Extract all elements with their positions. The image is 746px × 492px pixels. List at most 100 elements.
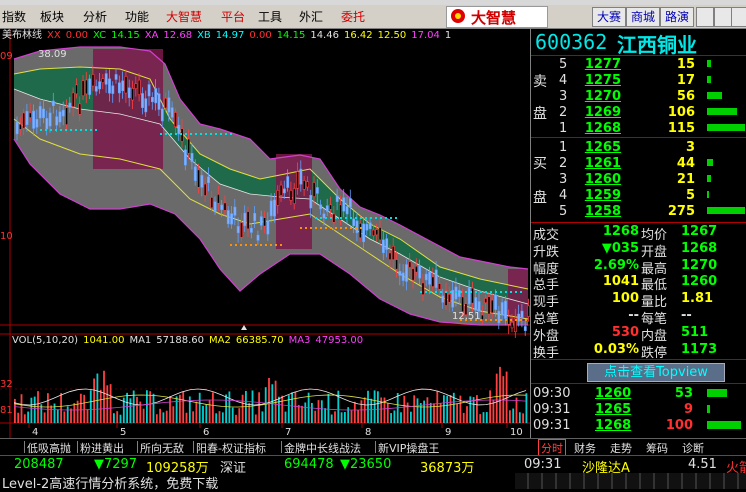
- indicator-value-3: XC: [93, 30, 106, 41]
- volume-bar: [707, 207, 745, 214]
- ticker-field-9: 4.51: [688, 457, 717, 472]
- menu-item-7[interactable]: 外汇: [299, 8, 323, 25]
- order-book-row[interactable]: 4 1259 5: [531, 188, 746, 203]
- volume-value-4: MA2: [209, 335, 231, 346]
- stat-value: 511: [681, 324, 709, 340]
- tab-separator: [24, 441, 25, 453]
- window-control-button-4[interactable]: [714, 7, 732, 27]
- level-price: 1269: [584, 105, 621, 120]
- trade-time: 09:31: [533, 402, 571, 417]
- divider: [531, 383, 746, 384]
- indicator-tab-1[interactable]: 粉进黄出: [80, 440, 124, 456]
- indicator-tab-bar: 低吸高抛 粉进黄出 所向无敌 阳春-权证指标 金牌中长线战法 新VIP操盘王: [0, 438, 530, 455]
- trade-volume: 100: [665, 418, 693, 433]
- trade-bar: [707, 389, 728, 397]
- menu-item-8[interactable]: 委托: [341, 8, 365, 25]
- order-book-row[interactable]: 2 1269 106: [531, 105, 746, 120]
- indicator-tab-4[interactable]: 金牌中长线战法: [284, 440, 361, 456]
- level-price: 1277: [584, 57, 621, 72]
- volume-bar: [707, 175, 711, 182]
- indicator-value-11: 14.46: [310, 30, 339, 41]
- trade-bar: [707, 405, 711, 413]
- order-book-row[interactable]: 2 1261 44: [531, 156, 746, 171]
- right-tab-4[interactable]: 诊断: [682, 440, 704, 456]
- divider: [531, 359, 746, 360]
- order-book-row[interactable]: 1 1265 3: [531, 140, 746, 155]
- right-tab-3[interactable]: 筹码: [646, 440, 668, 456]
- stat-value: 1173: [681, 341, 718, 357]
- stat-value: 1268: [602, 224, 639, 239]
- toolbar-button-2[interactable]: 路演: [660, 7, 694, 27]
- quote-stat-row: 总手 1041 最低 1260: [531, 274, 746, 293]
- level-price: 1275: [584, 73, 621, 88]
- menu-item-5[interactable]: 平台: [221, 8, 245, 25]
- indicator-tab-3[interactable]: 阳春-权证指标: [196, 440, 266, 456]
- tick-trade-row: 09:31 1268 100: [531, 418, 746, 433]
- stat-value: 1.81: [681, 291, 714, 307]
- indicator-value-0: 美布林线: [2, 29, 42, 41]
- right-tab-1[interactable]: 财务: [574, 440, 596, 456]
- x-axis-label-4: 8: [365, 427, 371, 438]
- menu-item-0[interactable]: 指数: [2, 8, 26, 25]
- quote-stat-row: 幅度 2.69% 最高 1270: [531, 258, 746, 277]
- divider: [531, 137, 746, 138]
- stat-value: 1267: [681, 224, 718, 239]
- quote-stat-row: 总笔 -- 每笔 --: [531, 308, 746, 327]
- menu-item-3[interactable]: 功能: [125, 8, 149, 25]
- divider: [531, 55, 746, 56]
- stat-value: 1268: [681, 240, 718, 256]
- menu-item-4[interactable]: 大智慧: [166, 8, 202, 25]
- indicator-value-7: XB: [197, 30, 211, 41]
- level-volume: 115: [667, 121, 695, 136]
- indicator-value-4: 14.15: [111, 30, 140, 41]
- x-axis-label-1: 5: [120, 427, 126, 438]
- topview-button[interactable]: 点击查看Topview: [587, 363, 725, 382]
- window-control-button-3[interactable]: [696, 7, 714, 27]
- order-book-row[interactable]: 3 1270 56: [531, 89, 746, 104]
- right-tab-2[interactable]: 走势: [610, 440, 632, 456]
- tab-separator: [193, 441, 194, 453]
- stock-name: 江西铜业: [617, 33, 697, 57]
- volume-bar: [707, 108, 738, 115]
- y-axis-label-top: 09: [0, 51, 13, 62]
- order-book-row[interactable]: 5 1258 275: [531, 204, 746, 219]
- tab-separator: [77, 441, 78, 453]
- menu-item-1[interactable]: 板块: [40, 8, 64, 25]
- level-price: 1265: [584, 140, 621, 155]
- volume-value-1: 1041.00: [83, 335, 124, 346]
- stat-value: 1041: [602, 274, 639, 290]
- menu-item-6[interactable]: 工具: [258, 8, 282, 25]
- indicator-tab-2[interactable]: 所向无敌: [140, 440, 184, 456]
- level-index: 1: [559, 140, 568, 155]
- quote-stat-row: 外盘 530 内盘 511: [531, 324, 746, 344]
- volume-value-2: MA1: [129, 335, 151, 346]
- logo-text: 大智慧: [471, 9, 517, 27]
- vol-y-label-b: 81: [0, 405, 13, 416]
- stat-value: 530: [611, 324, 639, 340]
- kline-chart[interactable]: 美布林线 XX 0.00 XC 14.15 XA 12.68 XB 14.97 0.00 14.15…: [0, 29, 530, 438]
- menu-item-2[interactable]: 分析: [83, 8, 107, 25]
- level-volume: 21: [676, 172, 695, 187]
- volume-bar: [707, 76, 711, 83]
- order-book-row[interactable]: 3 1260 21: [531, 172, 746, 187]
- indicator-tab-0[interactable]: 低吸高抛: [27, 440, 71, 456]
- indicator-value-5: XA: [145, 30, 159, 41]
- stat-value: --: [628, 308, 639, 323]
- brand-logo[interactable]: 大智慧: [446, 6, 548, 28]
- tick-trade-row: 09:30 1260 53: [531, 386, 746, 401]
- order-book-row[interactable]: 1 1268 115: [531, 121, 746, 136]
- quote-stat-row: 升跌 ▼035 开盘 1268: [531, 240, 746, 260]
- toolbar-button-1[interactable]: 商城: [626, 7, 660, 27]
- indicator-value-13: 12.50: [378, 30, 407, 41]
- trade-time: 09:30: [533, 386, 571, 401]
- level-volume: 3: [685, 140, 695, 155]
- toolbar-button-0[interactable]: 大赛: [592, 7, 626, 27]
- window-control-button-5[interactable]: [731, 7, 746, 27]
- level-price: 1260: [584, 172, 621, 187]
- order-book-row[interactable]: 5 1277 15: [531, 57, 746, 72]
- indicator-tab-5[interactable]: 新VIP操盘王: [378, 440, 439, 456]
- stat-label: 跌停: [641, 345, 668, 361]
- order-book-row[interactable]: 4 1275 17: [531, 73, 746, 88]
- level-volume: 56: [676, 89, 695, 104]
- level-index: 5: [559, 204, 568, 219]
